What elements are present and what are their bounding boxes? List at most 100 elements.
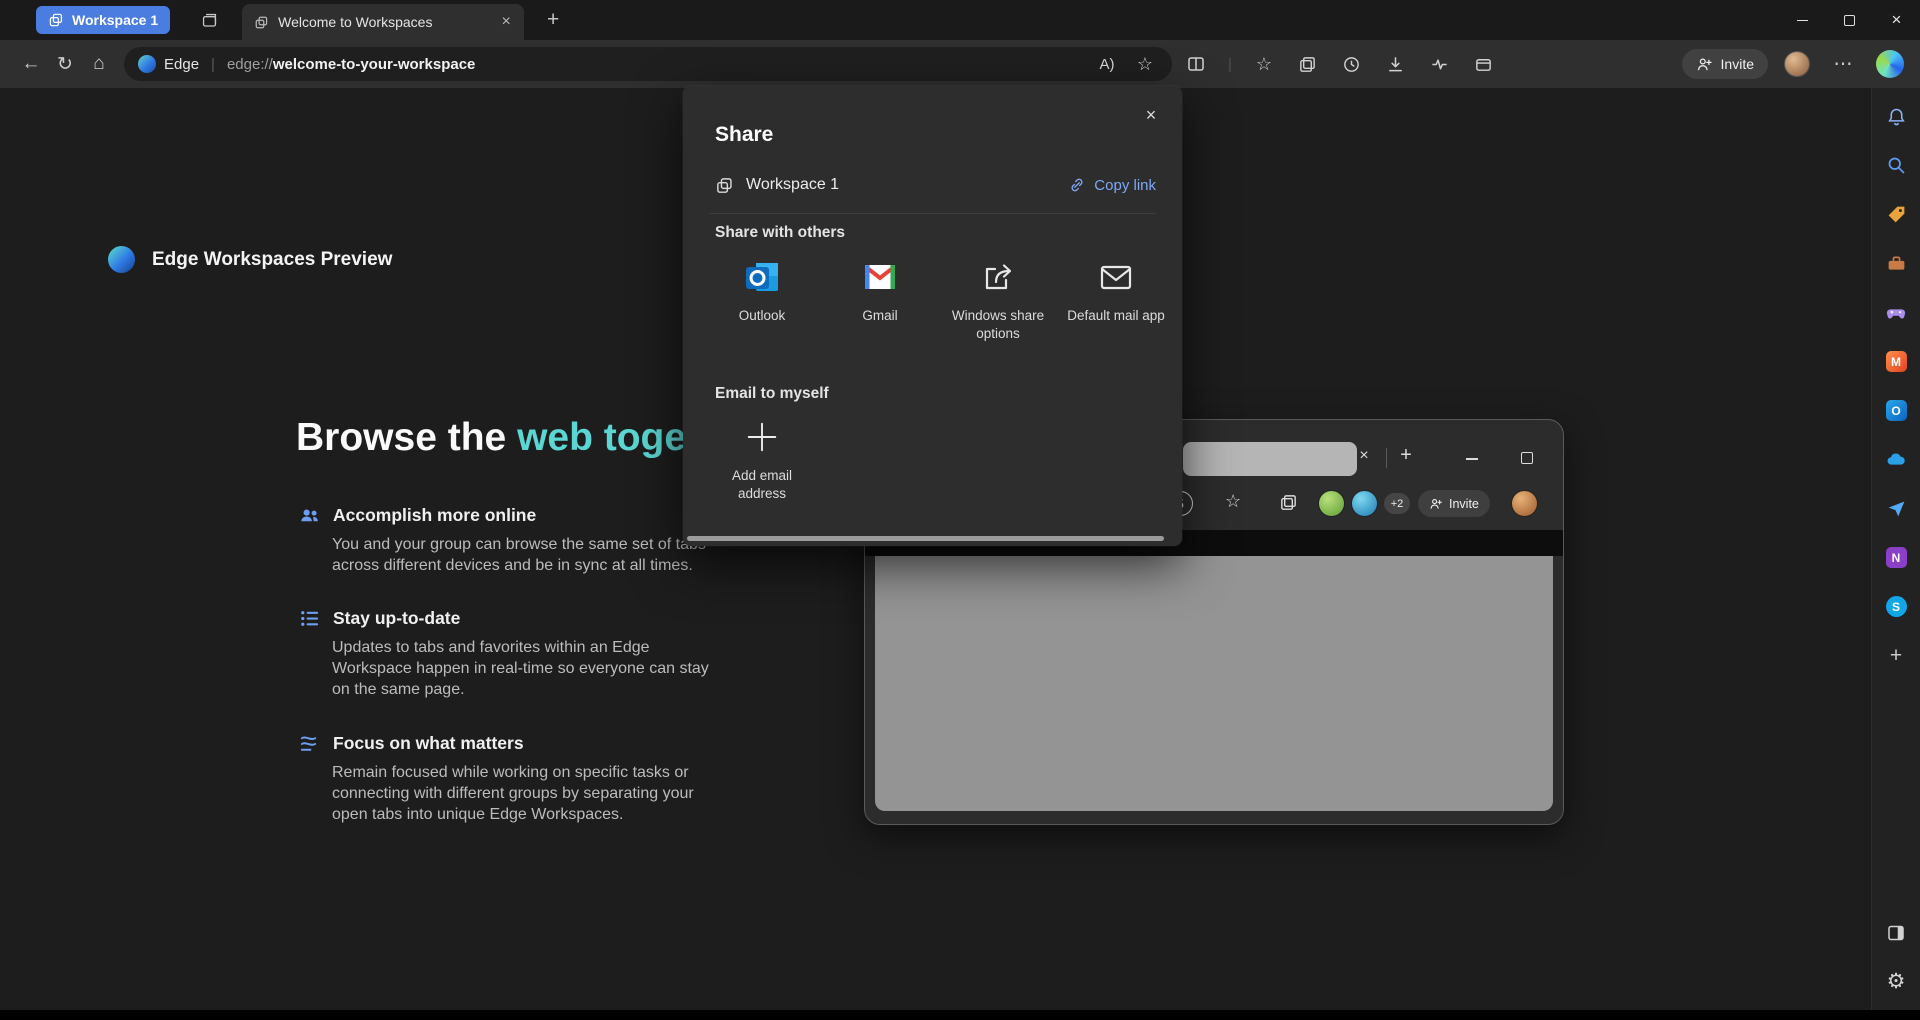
home-button[interactable]: ⌂ [82, 47, 116, 81]
read-aloud-button[interactable]: A) [1092, 49, 1122, 79]
workspace-icon [48, 12, 64, 28]
sidebar-onedrive-button[interactable] [1872, 435, 1920, 484]
person-add-icon [1696, 56, 1713, 73]
more-icon: ⋯ [1834, 53, 1853, 76]
email-to-myself-label: Email to myself [715, 385, 829, 403]
profile-avatar [1511, 490, 1538, 517]
star-icon: ☆ [1256, 54, 1272, 75]
invite-button[interactable]: Invite [1682, 49, 1768, 79]
sidebar-games-button[interactable] [1872, 288, 1920, 337]
preview-divider [1386, 448, 1387, 468]
workspace-button-label: Workspace 1 [72, 12, 158, 28]
sidebar-add-apps-button[interactable]: + [1872, 631, 1920, 680]
share-target-outlook[interactable]: Outlook [703, 256, 821, 342]
share-target-windows-share[interactable]: Windows share options [939, 256, 1057, 342]
person-add-icon [1429, 497, 1443, 511]
copy-link-button[interactable]: Copy link [1068, 176, 1156, 194]
collections-button[interactable] [1296, 52, 1320, 76]
sidebar-outlook-button[interactable]: O [1872, 386, 1920, 435]
workspace-name: Workspace 1 [746, 176, 839, 194]
url-text: edge://welcome-to-your-workspace [227, 56, 475, 73]
feature-list: Accomplish more online You and your grou… [298, 504, 718, 825]
m365-icon: M [1886, 351, 1907, 372]
address-bar[interactable]: Edge | edge://welcome-to-your-workspace … [124, 47, 1172, 81]
skype-icon: S [1886, 596, 1907, 617]
dialog-close-button[interactable]: × [1136, 100, 1166, 130]
minimize-button[interactable] [1779, 0, 1826, 40]
share-target-gmail[interactable]: Gmail [821, 256, 939, 342]
downloads-button[interactable] [1384, 52, 1408, 76]
tab-close-icon[interactable]: × [494, 10, 518, 34]
minimize-icon [1797, 20, 1808, 21]
sidebar-onenote-button[interactable]: N [1872, 533, 1920, 582]
refresh-icon: ↻ [57, 53, 73, 76]
dialog-horizontal-scrollbar[interactable] [687, 536, 1164, 541]
onedrive-cloud-icon [1885, 449, 1907, 471]
add-favorite-button[interactable]: ☆ [1130, 49, 1160, 79]
share-target-default-mail[interactable]: Default mail app [1057, 256, 1175, 342]
feature-body: Updates to tabs and favorites within an … [332, 637, 718, 700]
gmail-icon [859, 256, 901, 298]
read-aloud-icon: A) [1100, 56, 1115, 73]
plus-icon: + [1890, 644, 1902, 668]
plus-icon [741, 416, 783, 458]
refresh-button[interactable]: ↻ [48, 47, 82, 81]
split-screen-button[interactable] [1184, 52, 1208, 76]
feature-head: Focus on what matters [298, 732, 718, 755]
dialog-divider [709, 213, 1156, 214]
settings-more-button[interactable]: ⋯ [1826, 47, 1860, 81]
onenote-icon: N [1886, 547, 1907, 568]
share-dialog: × Share Workspace 1 Copy link Share with… [683, 86, 1182, 546]
close-window-button[interactable]: × [1873, 0, 1920, 40]
preview-maximize-icon [1521, 452, 1533, 464]
sidebar-search-button[interactable] [1872, 141, 1920, 190]
new-tab-button[interactable]: + [538, 5, 568, 35]
back-button[interactable]: ← [14, 47, 48, 81]
workspace-link-row: Workspace 1 Copy link [715, 170, 1156, 200]
mail-envelope-icon [1095, 256, 1137, 298]
sidebar-skype-button[interactable]: S [1872, 582, 1920, 631]
sidebar-drop-button[interactable] [1872, 484, 1920, 533]
copilot-icon[interactable] [1876, 50, 1904, 78]
outlook-icon [741, 256, 783, 298]
profile-avatar[interactable] [1784, 51, 1810, 77]
tab-actions-button[interactable] [196, 7, 222, 33]
tab-welcome-to-workspaces[interactable]: Welcome to Workspaces × [242, 4, 524, 40]
url-scheme: edge:// [227, 56, 273, 73]
maximize-button[interactable] [1826, 0, 1873, 40]
sidebar-tools-button[interactable] [1872, 239, 1920, 288]
toolbox-icon [1886, 253, 1907, 274]
titlebar: Workspace 1 Welcome to Workspaces × + × [0, 0, 1920, 40]
feature-body: Remain focused while working on specific… [332, 762, 718, 825]
history-icon [1342, 55, 1361, 74]
share-target-list: Outlook Gmail Windows share options Defa… [703, 256, 1175, 342]
bell-icon [1886, 106, 1907, 127]
feature-head: Accomplish more online [298, 504, 718, 527]
wallet-button[interactable] [1472, 52, 1496, 76]
sidebar-shopping-button[interactable] [1872, 190, 1920, 239]
url-path: welcome-to-your-workspace [273, 56, 476, 73]
close-icon: × [1146, 105, 1157, 126]
share-target-label: Windows share options [939, 307, 1057, 342]
browser-essentials-button[interactable] [1428, 52, 1452, 76]
edge-browser-window: Workspace 1 Welcome to Workspaces × + × … [0, 0, 1920, 1020]
add-email-button[interactable]: Add email address [703, 416, 821, 502]
preview-invite-label: Invite [1449, 497, 1479, 511]
workspace-button[interactable]: Workspace 1 [36, 6, 170, 34]
history-button[interactable] [1340, 52, 1364, 76]
favorites-button[interactable]: ☆ [1252, 52, 1276, 76]
close-icon: × [1892, 10, 1902, 30]
dialog-title: Share [715, 123, 773, 147]
settings-button[interactable]: ⚙ [1872, 957, 1920, 1006]
preview-close-icon: × [1355, 447, 1373, 465]
sidebar-toggle-button[interactable] [1872, 908, 1920, 957]
share-with-others-label: Share with others [715, 224, 845, 242]
feature-title: Focus on what matters [333, 733, 524, 754]
site-brand-label: Edge [164, 56, 199, 73]
home-icon: ⌂ [93, 53, 104, 75]
windows-share-icon [977, 256, 1019, 298]
tab-favicon-workspace-icon [254, 15, 269, 30]
sidebar-m365-button[interactable]: M [1872, 337, 1920, 386]
add-email-label: Add email address [720, 467, 804, 502]
sidebar-notifications-button[interactable] [1872, 92, 1920, 141]
